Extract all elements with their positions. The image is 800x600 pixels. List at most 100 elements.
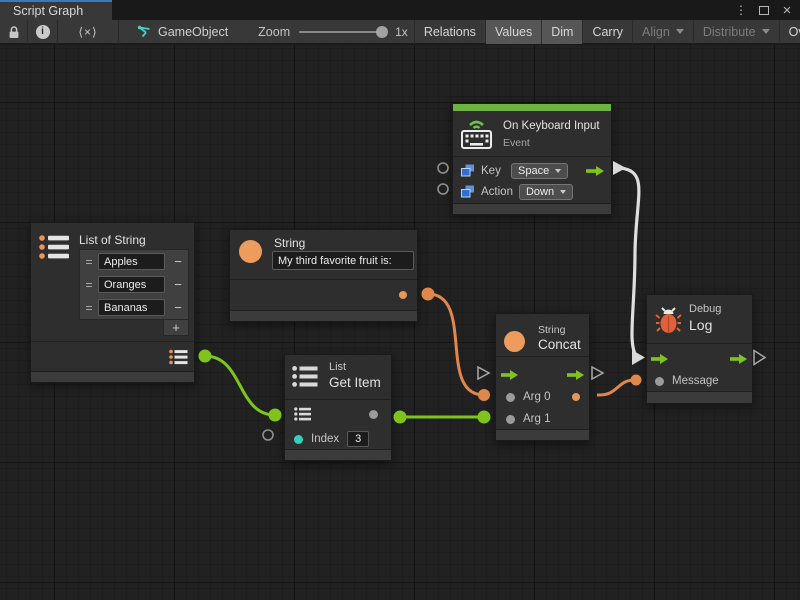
- string-icon: [504, 331, 525, 352]
- align-dropdown[interactable]: Align: [632, 20, 693, 44]
- node-title: List of String: [79, 233, 146, 247]
- node-title: String: [274, 236, 305, 250]
- event-accent-bar: [453, 104, 611, 111]
- values-button[interactable]: Values: [485, 20, 541, 44]
- arg1-label: Arg 1: [523, 413, 551, 425]
- list-item-field[interactable]: Bananas: [98, 299, 165, 316]
- zoom-value: 1x: [395, 25, 408, 39]
- graph-owner-icon: [137, 25, 152, 39]
- string-icon: [239, 240, 262, 263]
- edit-graph-button[interactable]: [58, 20, 118, 44]
- gameobject-reference[interactable]: GameObject: [137, 25, 228, 39]
- node-get-item[interactable]: List Get Item Index 3: [284, 354, 392, 461]
- tab-title: Script Graph: [13, 4, 83, 18]
- node-header: On Keyboard Input Event: [453, 111, 611, 156]
- node-body: Arg 0 Arg 1: [496, 356, 589, 430]
- variable-icon: [461, 185, 475, 198]
- list-item-row: = Bananas −: [80, 296, 188, 319]
- tab-script-graph[interactable]: Script Graph: [0, 0, 112, 20]
- list-item-field[interactable]: Apples: [98, 253, 165, 270]
- list-item-row: = Apples −: [80, 250, 188, 273]
- message-input-dot: [655, 377, 664, 386]
- list-output-icon: [169, 349, 188, 365]
- node-title: Log: [689, 317, 712, 333]
- flow-output-arrow-icon: [567, 370, 584, 380]
- node-body: [230, 279, 417, 310]
- dim-button[interactable]: Dim: [541, 20, 582, 44]
- node-body: [31, 341, 194, 371]
- zoom-label: Zoom: [258, 25, 290, 39]
- arg1-input-dot: [506, 415, 515, 424]
- string-value-field[interactable]: My third favorite fruit is:: [272, 251, 414, 270]
- key-port-label: Key: [481, 165, 505, 177]
- key-dropdown[interactable]: Space: [511, 163, 568, 179]
- index-label: Index: [311, 433, 339, 445]
- drag-handle[interactable]: =: [80, 255, 98, 269]
- flow-output-arrow-icon: [730, 354, 747, 364]
- zoom-slider-thumb[interactable]: [376, 26, 388, 38]
- carry-button[interactable]: Carry: [582, 20, 632, 44]
- list-icon: [39, 234, 70, 261]
- node-string-literal[interactable]: String My third favorite fruit is:: [229, 229, 418, 322]
- action-dropdown-value: Down: [526, 186, 554, 198]
- index-value-field[interactable]: 3: [347, 431, 369, 447]
- remove-item-button[interactable]: −: [168, 254, 188, 269]
- distribute-dropdown[interactable]: Distribute: [693, 20, 779, 44]
- arg0-label: Arg 0: [523, 391, 551, 403]
- node-on-keyboard-input[interactable]: On Keyboard Input Event Key Space: [452, 103, 612, 215]
- node-title: On Keyboard Input: [503, 120, 600, 132]
- graph-toolbar: GameObject Zoom 1x Relations Values Dim …: [0, 20, 800, 44]
- node-footer: [496, 429, 589, 440]
- list-icon: [292, 365, 319, 389]
- window-titlebar: Script Graph: [0, 0, 800, 20]
- code-icon: [78, 25, 97, 39]
- node-title: Get Item: [329, 375, 381, 390]
- string-output-dot: [399, 291, 407, 299]
- flow-output-arrow-icon: [586, 166, 604, 176]
- window-menu-icon[interactable]: [734, 2, 748, 18]
- node-list-of-string[interactable]: List of String = Apples − = Oranges − = …: [30, 222, 195, 383]
- close-icon[interactable]: [780, 2, 794, 18]
- drag-handle[interactable]: =: [80, 301, 98, 315]
- overview-button[interactable]: Overview: [779, 20, 800, 44]
- keyboard-icon: [459, 115, 495, 153]
- unity-visual-scripting-window: Script Graph GameObj: [0, 0, 800, 600]
- lock-icon: [8, 25, 20, 39]
- info-button[interactable]: [28, 20, 57, 44]
- window-controls: [734, 0, 798, 20]
- drag-handle[interactable]: =: [80, 278, 98, 292]
- info-icon: [36, 25, 50, 39]
- remove-item-button[interactable]: −: [168, 277, 188, 292]
- action-dropdown[interactable]: Down: [519, 184, 573, 200]
- node-category: Debug: [689, 303, 721, 315]
- node-footer: [647, 391, 752, 403]
- node-category: List: [329, 361, 346, 373]
- list-editor: = Apples − = Oranges − = Bananas −: [79, 249, 189, 320]
- relations-button[interactable]: Relations: [414, 20, 485, 44]
- bug-icon: [655, 305, 682, 336]
- maximize-icon[interactable]: [759, 6, 769, 15]
- lock-button[interactable]: [0, 20, 27, 44]
- node-footer: [453, 203, 611, 214]
- gameobject-label: GameObject: [158, 25, 228, 39]
- message-label: Message: [672, 375, 719, 387]
- node-body: Message: [647, 343, 752, 393]
- node-footer: [31, 371, 194, 382]
- node-body: Key Space Action Down: [453, 156, 611, 204]
- key-dropdown-value: Space: [518, 165, 549, 177]
- node-title: Concat: [538, 337, 581, 352]
- index-input-dot: [294, 435, 303, 444]
- remove-item-button[interactable]: −: [168, 300, 188, 315]
- node-footer: [230, 310, 417, 321]
- action-port-label: Action: [481, 186, 513, 198]
- node-concat[interactable]: String Concat Arg 0 Arg 1: [495, 313, 590, 441]
- add-item-button[interactable]: +: [163, 319, 189, 336]
- list-item-field[interactable]: Oranges: [98, 276, 165, 293]
- item-output-dot: [369, 410, 378, 419]
- node-footer: [285, 449, 391, 460]
- flow-input-arrow-icon: [501, 370, 518, 380]
- arg0-input-dot: [506, 393, 515, 402]
- node-debug-log[interactable]: Debug Log Message: [646, 294, 753, 404]
- zoom-slider[interactable]: [299, 31, 387, 33]
- list-item-row: = Oranges −: [80, 273, 188, 296]
